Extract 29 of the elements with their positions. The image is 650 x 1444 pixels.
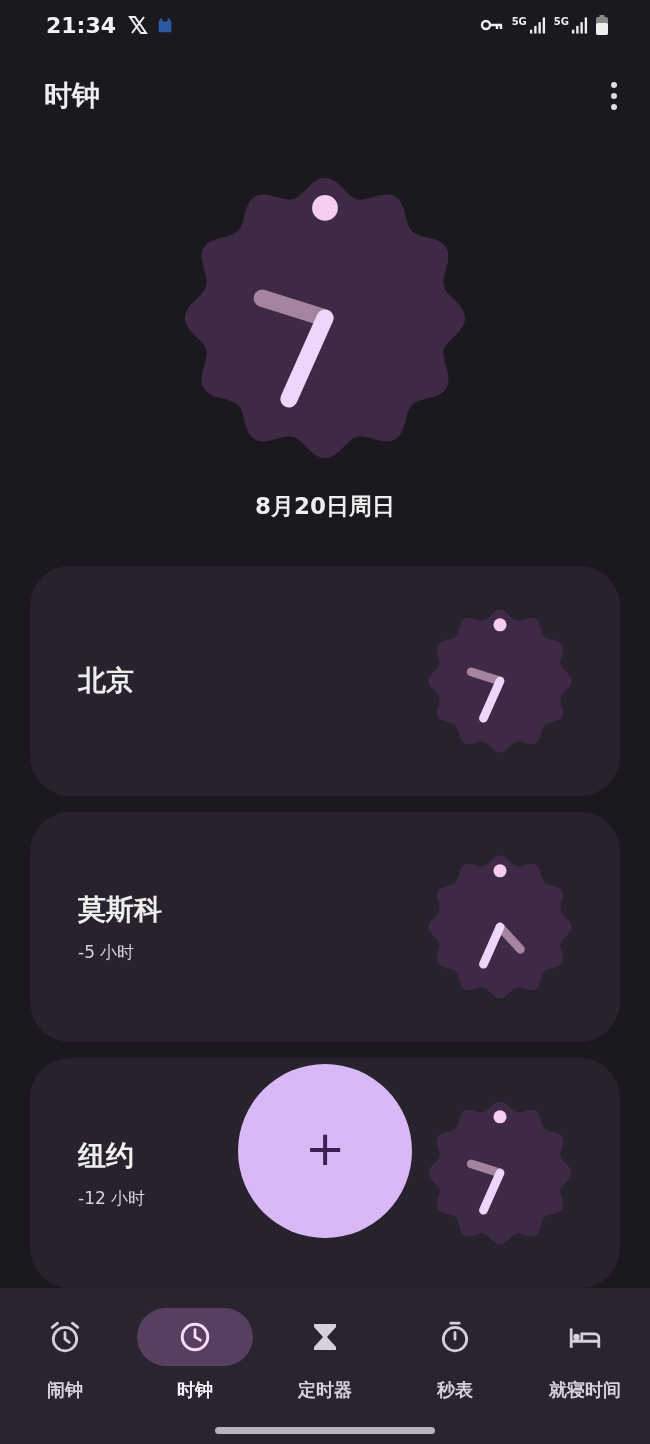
nav-tab[interactable]: 定时器 (260, 1308, 390, 1444)
tab-label: 秒表 (437, 1378, 473, 1403)
time-offset: -12 小时 (78, 1186, 146, 1210)
city-name: 北京 (78, 663, 134, 700)
network-type: 5G (511, 16, 527, 27)
x-logo-icon (128, 15, 149, 36)
key-icon (479, 18, 504, 33)
app-title: 时钟 (44, 78, 100, 115)
city-card[interactable]: 莫斯科 -5 小时 (30, 812, 620, 1043)
city-name: 纽约 (78, 1137, 135, 1174)
alarm-clock-icon (48, 1320, 82, 1355)
date-text: 8月20日周日 (255, 492, 395, 522)
battery-icon (596, 15, 608, 36)
network-type: 5G (553, 16, 569, 27)
nav-tab[interactable]: 就寝时间 (520, 1308, 650, 1444)
status-time: 21:34 (46, 12, 117, 38)
signal-icon (571, 16, 588, 35)
signal-icon (528, 16, 546, 35)
tab-label: 闹钟 (47, 1378, 83, 1403)
tab-label: 定时器 (298, 1378, 352, 1403)
nav-tab[interactable]: 时钟 (130, 1308, 260, 1444)
nav-tab[interactable]: 秒表 (390, 1308, 520, 1444)
city-card[interactable]: 北京 (30, 566, 620, 797)
tab-label: 时钟 (177, 1378, 213, 1403)
more-options-icon[interactable] (610, 81, 618, 112)
time-offset: -5 小时 (78, 940, 136, 964)
tab-label: 就寝时间 (549, 1378, 621, 1403)
city-name: 莫斯科 (78, 891, 162, 928)
nav-tab[interactable]: 闹钟 (0, 1308, 130, 1444)
